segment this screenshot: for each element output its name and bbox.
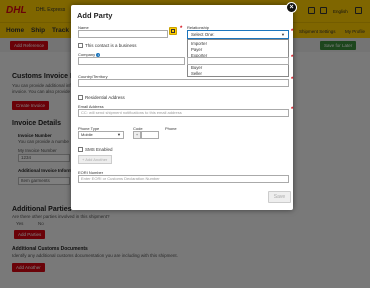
company-input[interactable] <box>78 57 185 65</box>
phone-type-value: Mobile <box>81 132 93 137</box>
option-importer[interactable]: Importer <box>191 41 207 46</box>
relationship-select[interactable]: Select One: ▼ <box>187 30 289 39</box>
eori-input[interactable]: Enter EORI or Customs Declaration Number <box>78 175 289 183</box>
add-another-phone-button[interactable]: + Add Another <box>78 155 112 164</box>
dialog-title: Add Party <box>77 11 113 20</box>
residential-checkbox[interactable] <box>78 95 83 100</box>
address-input[interactable] <box>187 57 289 65</box>
company-required: * <box>291 55 294 61</box>
chevron-down-icon: ▼ <box>117 132 121 137</box>
email-input[interactable]: CC: will send shipment notifications to … <box>78 109 289 117</box>
phone-label: Phone <box>165 126 177 131</box>
option-seller[interactable]: Seller <box>191 71 202 76</box>
code-prefix: + <box>133 131 141 139</box>
country-input[interactable] <box>78 79 289 87</box>
residential-checkbox-label: Residential Address <box>85 95 125 100</box>
close-icon[interactable]: × <box>286 2 297 13</box>
code-input[interactable] <box>141 131 159 139</box>
email-required: * <box>291 107 294 113</box>
business-checkbox[interactable] <box>78 43 83 48</box>
relationship-value: Select One: <box>191 32 215 37</box>
name-input[interactable] <box>78 30 168 38</box>
option-payer[interactable]: Payer <box>191 47 202 52</box>
address-book-button[interactable] <box>169 27 177 35</box>
save-button[interactable]: Save <box>268 191 291 203</box>
option-buyer[interactable]: Buyer <box>191 65 202 70</box>
country-required: * <box>291 77 294 83</box>
name-required: * <box>180 26 183 32</box>
add-another-phone-label: Add Another <box>85 157 108 162</box>
sms-checkbox-label: SMS Enabled <box>85 147 113 152</box>
phone-type-select[interactable]: Mobile ▼ <box>78 131 124 139</box>
address-book-icon <box>171 29 175 33</box>
business-checkbox-label: This contact is a business <box>85 43 137 48</box>
relationship-required: * <box>291 29 294 35</box>
chevron-down-icon: ▼ <box>281 32 285 37</box>
sms-checkbox[interactable] <box>78 147 83 152</box>
